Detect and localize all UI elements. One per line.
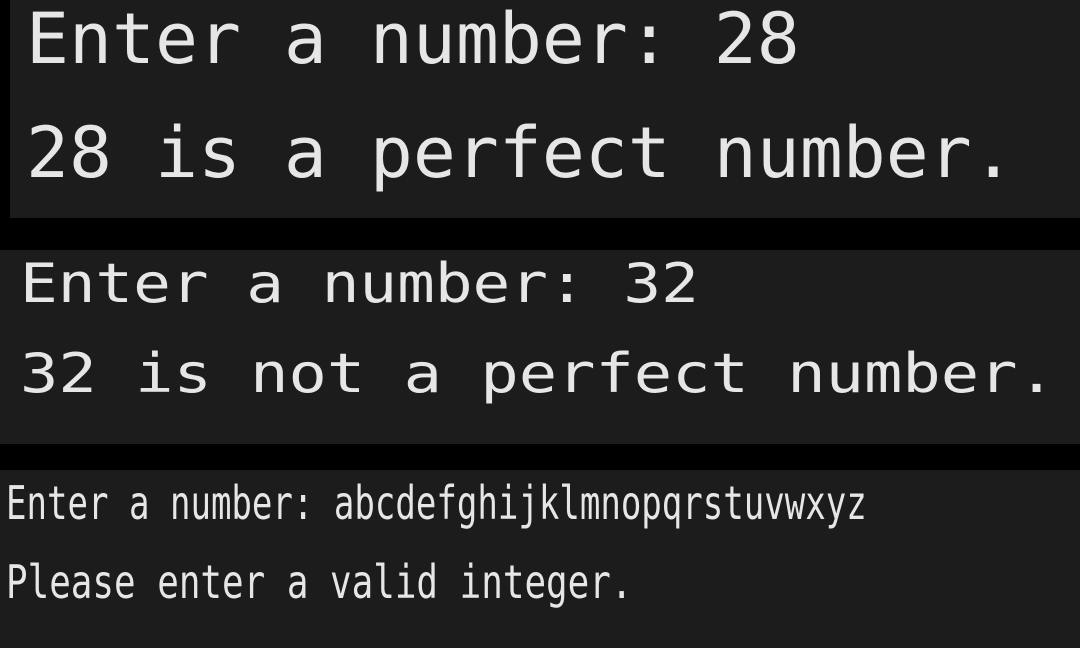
terminal-output-run-3: Enter a number: abcdefghijklmnopqrstuvwx… <box>0 470 1080 648</box>
prompt-line: Enter a number: 32 <box>20 252 699 315</box>
prompt-line: Enter a number: 28 <box>26 0 800 80</box>
terminal-output-run-2: Enter a number: 32 32 is not a perfect n… <box>0 250 1080 444</box>
prompt-line: Enter a number: abcdefghijklmnopqrstuvwx… <box>6 476 867 530</box>
result-line: 32 is not a perfect number. <box>20 342 1056 405</box>
error-message-line: Please enter a valid integer. <box>6 555 633 609</box>
result-line: 28 is a perfect number. <box>26 112 1015 194</box>
terminal-output-run-1: Enter a number: 28 28 is a perfect numbe… <box>10 0 1080 218</box>
